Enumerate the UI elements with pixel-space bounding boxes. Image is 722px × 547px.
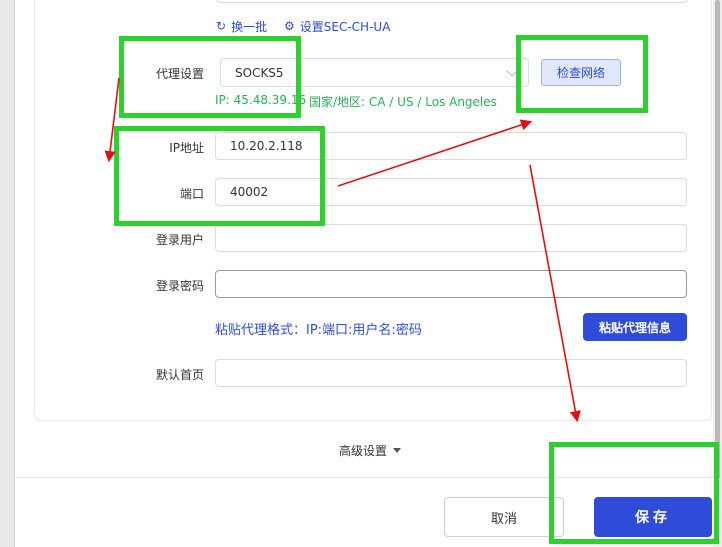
login-user-label: 登录用户 (155, 233, 204, 247)
previous-input-field[interactable] (216, 0, 688, 3)
refresh-batch-link[interactable]: ↻ 换一批 (216, 17, 267, 35)
caret-down-icon (393, 447, 401, 453)
homepage-label: 默认首页 (155, 368, 204, 382)
proxy-settings-label: 代理设置 (155, 67, 204, 81)
refresh-batch-label: 换一批 (231, 19, 268, 34)
left-background-strip (0, 0, 14, 547)
ip-address-input[interactable]: 10.20.2.118 (215, 132, 687, 160)
cancel-button[interactable]: 取消 (444, 497, 564, 537)
set-sec-ch-ua-link[interactable]: ⚙ 设置SEC-CH-UA (284, 17, 390, 35)
login-password-label: 登录密码 (155, 279, 204, 293)
login-user-input[interactable] (215, 224, 687, 252)
footer-divider (14, 477, 713, 478)
proxy-ip-info: IP: 45.48.39.16 (215, 93, 307, 107)
save-button[interactable]: 保存 (594, 497, 712, 537)
login-password-input[interactable] (215, 270, 687, 298)
advanced-settings-toggle[interactable]: 高级设置 (320, 441, 420, 459)
ip-address-label: IP地址 (169, 141, 204, 155)
homepage-input[interactable] (215, 359, 687, 387)
paste-format-hint: 粘贴代理格式：IP:端口:用户名:密码 (215, 323, 422, 338)
chevron-down-icon (506, 65, 518, 77)
paste-proxy-button[interactable]: 粘贴代理信息 (583, 313, 687, 341)
check-network-button[interactable]: 检查网络 (541, 59, 621, 86)
gear-icon: ⚙ (284, 19, 295, 33)
proxy-type-select[interactable]: SOCKS5 (220, 58, 529, 87)
scrollbar-thumb[interactable] (715, 0, 720, 480)
proxy-region-info: 国家/地区: CA / US / Los Angeles (309, 95, 497, 109)
left-divider (14, 0, 15, 547)
set-sec-ch-ua-label: 设置SEC-CH-UA (299, 19, 391, 34)
advanced-settings-label: 高级设置 (338, 443, 387, 458)
proxy-type-value: SOCKS5 (235, 65, 284, 80)
port-input[interactable]: 40002 (215, 178, 687, 206)
port-label: 端口 (179, 187, 204, 201)
refresh-icon: ↻ (216, 19, 227, 33)
